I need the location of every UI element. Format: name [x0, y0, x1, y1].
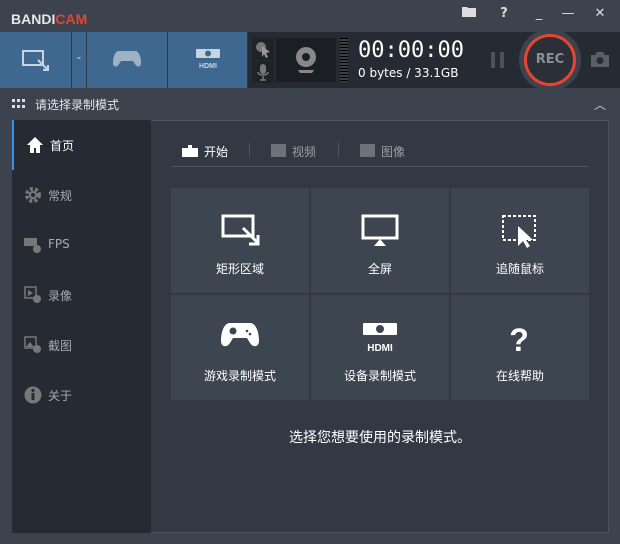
- tab-label: 视频: [292, 145, 317, 159]
- cursor-toggle[interactable]: [252, 38, 274, 60]
- follow-mouse-icon: [502, 215, 536, 248]
- image-icon: [360, 144, 375, 157]
- microphone-icon: [257, 64, 269, 81]
- microphone-toggle[interactable]: [252, 61, 274, 83]
- mode-device-recording[interactable]: HDMI 设备录制模式: [311, 295, 449, 400]
- sidebar-item-about[interactable]: 关于: [12, 370, 151, 420]
- collapse-chevron-icon[interactable]: ︿: [594, 96, 606, 113]
- tab-label: 图像: [381, 145, 406, 159]
- mode-game-recording[interactable]: 游戏录制模式: [171, 295, 309, 400]
- rectangle-mode-button[interactable]: [0, 32, 72, 88]
- tab-video[interactable]: 视频: [271, 143, 316, 160]
- rectangle-area-icon: [22, 50, 49, 71]
- screenshot-button[interactable]: [591, 52, 609, 70]
- mode-online-help[interactable]: ? 在线帮助: [451, 295, 589, 400]
- sidebar-item-label: FPS: [48, 237, 70, 251]
- logo-prefix: BANDI: [11, 11, 56, 27]
- tab-divider: [338, 143, 339, 157]
- chevron-down-icon: ⌄: [75, 52, 83, 62]
- game-mode-button[interactable]: [87, 32, 168, 88]
- record-button[interactable]: REC: [524, 34, 576, 86]
- tab-image[interactable]: 图像: [360, 143, 405, 160]
- sidebar-item-image[interactable]: 截图: [12, 320, 151, 370]
- mode-label: 在线帮助: [495, 369, 544, 383]
- webcam-icon: [296, 47, 316, 73]
- svg-text:?: ?: [509, 322, 529, 355]
- sidebar-item-label: 关于: [48, 389, 73, 403]
- fps-icon: [24, 238, 41, 253]
- video-settings-icon: [24, 286, 41, 303]
- pause-icon: [491, 52, 504, 68]
- minimize-button[interactable]: —: [556, 4, 580, 24]
- monitor-icon: [361, 214, 399, 246]
- hdmi-icon: HDMI: [363, 323, 397, 354]
- hdmi-icon: HDMI: [196, 49, 220, 70]
- cursor-icon: [256, 42, 270, 58]
- tab-label: 开始: [204, 145, 229, 159]
- tab-underline: [171, 166, 589, 167]
- mode-header: 请选择录制模式 ︿: [0, 88, 620, 120]
- info-icon: [24, 386, 42, 404]
- sidebar-item-label: 首页: [50, 139, 75, 153]
- audio-level-meter: [340, 38, 348, 82]
- tab-start[interactable]: 开始: [182, 143, 228, 160]
- mode-label: 设备录制模式: [343, 369, 416, 383]
- help-button[interactable]: ?: [492, 4, 516, 24]
- mode-fullscreen[interactable]: 全屏: [311, 188, 449, 293]
- video-icon: [271, 144, 286, 157]
- mode-header-title: 请选择录制模式: [35, 98, 120, 112]
- device-mode-button[interactable]: HDMI: [168, 32, 248, 88]
- recording-timer: 00:00:00: [358, 38, 464, 63]
- rectangle-area-icon: [221, 214, 260, 246]
- folder-icon[interactable]: [457, 4, 481, 24]
- sidebar-item-home[interactable]: 首页: [12, 120, 151, 170]
- sidebar-item-general[interactable]: 常规: [12, 170, 151, 220]
- sidebar-item-video[interactable]: 录像: [12, 270, 151, 320]
- sidebar-item-label: 截图: [48, 339, 73, 353]
- mode-label: 追随鼠标: [495, 262, 544, 276]
- sidebar-item-fps[interactable]: FPS: [12, 220, 151, 270]
- mode-dropdown[interactable]: ⌄: [72, 32, 87, 88]
- gamepad-icon: [113, 51, 141, 67]
- webcam-button[interactable]: [276, 38, 336, 82]
- grid-icon: [12, 99, 25, 108]
- mode-label: 矩形区域: [215, 262, 264, 276]
- close-button[interactable]: ✕: [588, 4, 612, 24]
- pause-button[interactable]: [490, 52, 506, 68]
- mode-follow-mouse[interactable]: 追随鼠标: [451, 188, 589, 293]
- app-logo: BANDICAM: [11, 11, 87, 27]
- clapper-icon: [182, 145, 198, 157]
- svg-text:HDMI: HDMI: [367, 343, 393, 354]
- question-icon: ?: [509, 322, 529, 355]
- sidebar: 首页 常规 FPS 录像 截图 关于: [12, 120, 151, 533]
- mode-rectangle-area[interactable]: 矩形区域: [171, 188, 309, 293]
- minimize-small-button[interactable]: _: [527, 4, 551, 24]
- sidebar-item-label: 常规: [48, 189, 73, 203]
- hint-text: 选择您想要使用的录制模式。: [289, 430, 471, 446]
- mode-label: 全屏: [367, 262, 392, 276]
- home-icon: [27, 137, 43, 153]
- gamepad-icon: [221, 323, 259, 347]
- gear-icon: [25, 187, 41, 203]
- mode-label: 游戏录制模式: [203, 369, 276, 383]
- svg-text:HDMI: HDMI: [199, 63, 217, 70]
- title-bar: BANDICAM ? _ — ✕: [0, 0, 620, 32]
- tab-divider: [249, 143, 250, 157]
- image-settings-icon: [24, 336, 41, 353]
- logo-suffix: CAM: [55, 11, 88, 27]
- camera-icon: [591, 52, 609, 67]
- file-size: 0 bytes / 33.1GB: [358, 66, 459, 80]
- sidebar-item-label: 录像: [48, 289, 73, 303]
